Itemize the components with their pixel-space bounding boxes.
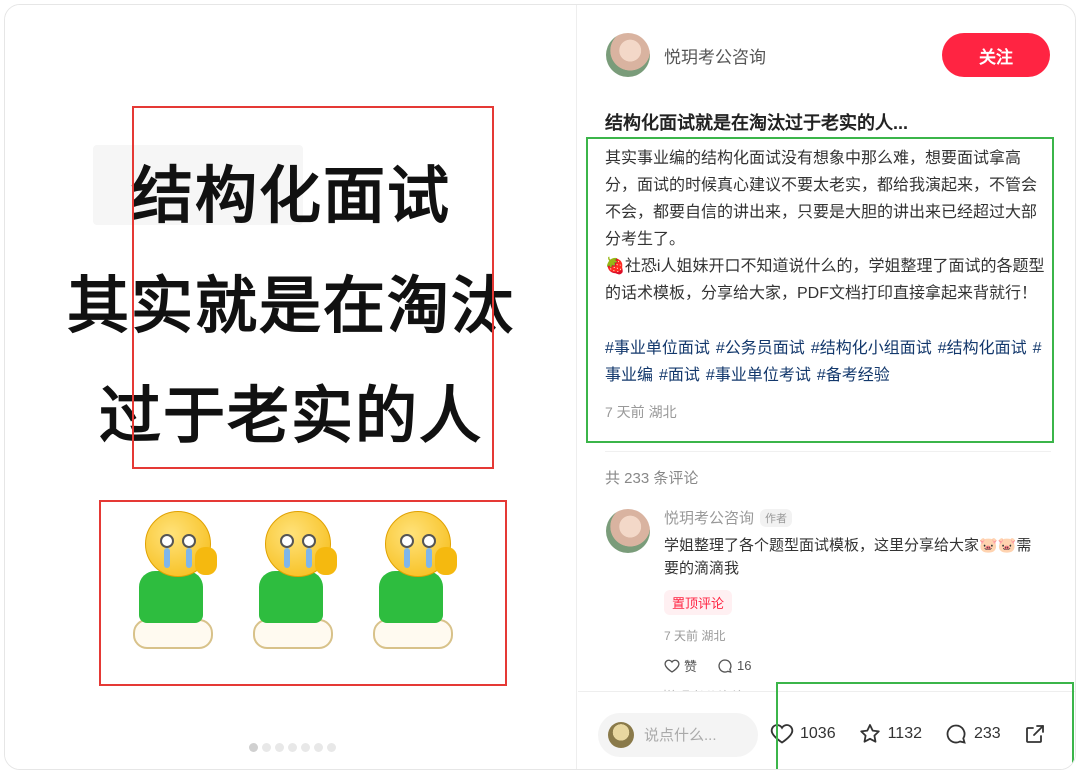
comment-reply-button[interactable]: 16 <box>717 658 751 674</box>
comment-author-name[interactable]: 悦玥考公咨询 <box>664 507 754 528</box>
author-avatar[interactable] <box>606 33 650 77</box>
author-row: 悦玥考公咨询 关注 <box>606 33 1050 77</box>
engagement-bar: 1036 1132 233 <box>578 682 1075 769</box>
note-card: 结构化面试 其实就是在淘汰 过于老实的人 悦玥考公咨询 关注 结构化面试就是在淘… <box>4 4 1076 770</box>
note-detail-panel: 悦玥考公咨询 关注 结构化面试就是在淘汰过于老实的人... 其实事业编的结构化面… <box>578 5 1075 769</box>
note-title: 结构化面试就是在淘汰过于老实的人... <box>605 113 909 133</box>
carousel-dot[interactable] <box>301 743 310 752</box>
comment-input-pill[interactable] <box>598 713 758 757</box>
carousel-dot[interactable] <box>275 743 284 752</box>
carousel-dot[interactable] <box>262 743 271 752</box>
annotation-red-box-text <box>132 106 494 469</box>
note-image[interactable]: 结构化面试 其实就是在淘汰 过于老实的人 <box>5 5 577 769</box>
comment-text: 学姐整理了各个题型面试模板，这里分享给大家🐷🐷需要的滴滴我 <box>664 537 1032 577</box>
heart-icon <box>664 659 680 673</box>
comment-bubble-icon <box>718 658 732 673</box>
author-name[interactable]: 悦玥考公咨询 <box>664 43 766 68</box>
carousel-dot[interactable] <box>327 743 336 752</box>
comment-reply-count: 16 <box>737 658 752 673</box>
carousel-dot[interactable] <box>314 743 323 752</box>
author-badge: 作者 <box>760 508 793 527</box>
comment-count: 共 233 条评论 <box>605 470 699 487</box>
carousel-dots[interactable] <box>249 743 336 752</box>
user-avatar <box>608 722 634 748</box>
pinned-comment-tag: 置顶评论 <box>664 590 733 615</box>
annotation-red-box-emoji <box>99 500 507 686</box>
divider <box>605 451 1051 452</box>
comment-avatar[interactable] <box>606 509 650 553</box>
comment-like-button[interactable]: 赞 <box>664 656 697 675</box>
comment-input[interactable] <box>644 726 754 744</box>
comment-like-label: 赞 <box>684 659 698 674</box>
comment-meta: 7 天前 湖北 <box>664 629 726 643</box>
carousel-dot[interactable] <box>249 743 258 752</box>
carousel-dot[interactable] <box>288 743 297 752</box>
follow-button[interactable]: 关注 <box>942 33 1050 77</box>
annotation-green-box-actions <box>776 682 1074 769</box>
annotation-green-box-content <box>586 137 1054 443</box>
